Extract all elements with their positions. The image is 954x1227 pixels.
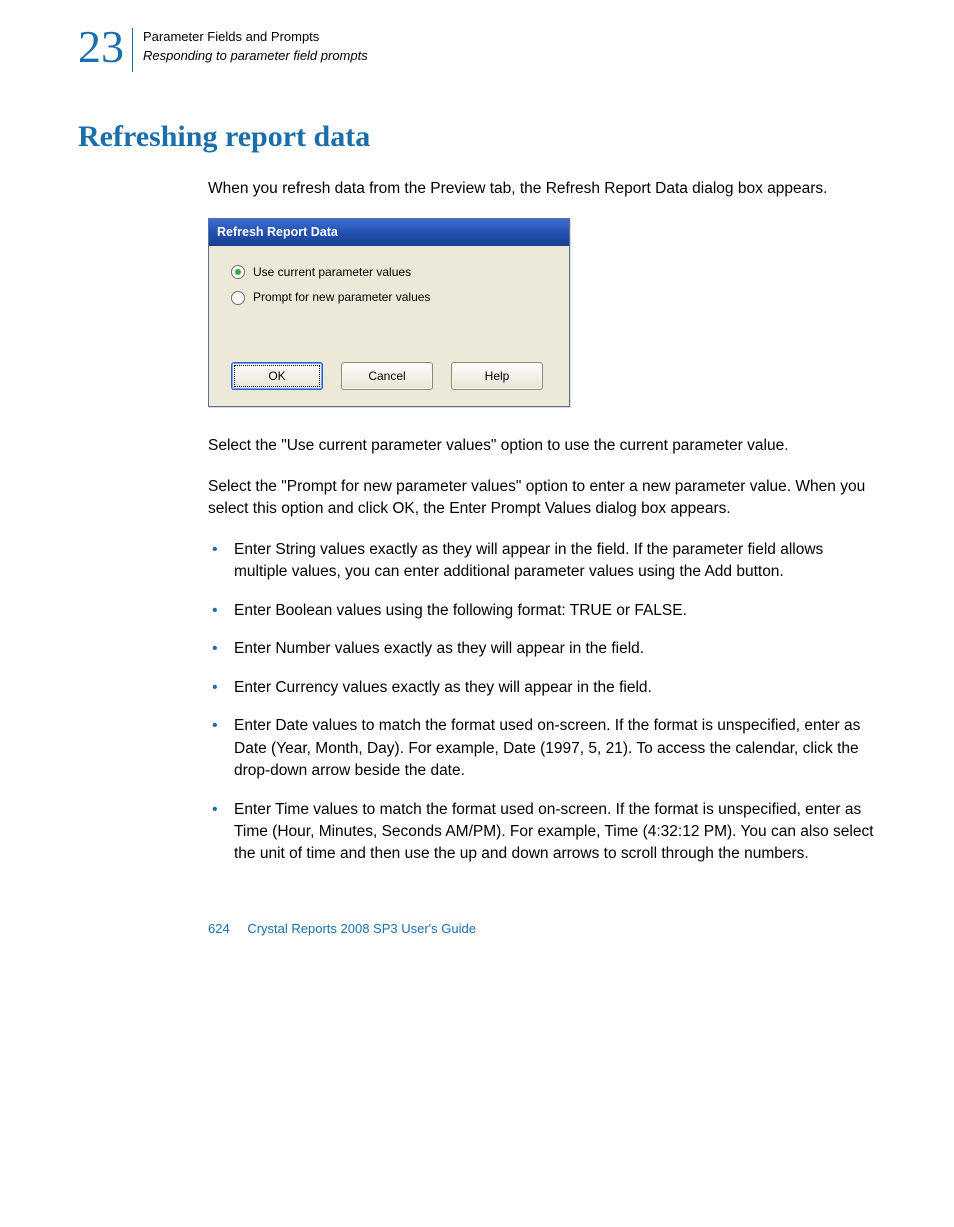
section-title: Refreshing report data [78,120,876,154]
help-button[interactable]: Help [451,362,543,390]
paragraph-use-current: Select the "Use current parameter values… [208,435,876,457]
chapter-number: 23 [78,24,124,70]
radio-use-current[interactable]: Use current parameter values [231,264,547,281]
paragraph-prompt-new: Select the "Prompt for new parameter val… [208,476,876,521]
dialog-spacer [231,314,547,354]
page-number: 624 [208,921,230,936]
list-item: Enter Time values to match the format us… [208,799,876,866]
page-header: 23 Parameter Fields and Prompts Respondi… [78,24,876,72]
list-item: Enter Number values exactly as they will… [208,638,876,660]
list-item: Enter Date values to match the format us… [208,715,876,782]
radio-label: Prompt for new parameter values [253,289,430,306]
bullet-list: Enter String values exactly as they will… [208,539,876,866]
doc-title: Crystal Reports 2008 SP3 User's Guide [247,921,476,936]
refresh-report-data-dialog: Refresh Report Data Use current paramete… [208,218,570,407]
list-item: Enter String values exactly as they will… [208,539,876,584]
dialog-body: Use current parameter values Prompt for … [209,246,569,363]
header-text-block: Parameter Fields and Prompts Responding … [143,24,368,66]
dialog-title-bar: Refresh Report Data [209,219,569,245]
header-line1: Parameter Fields and Prompts [143,28,368,47]
cancel-button[interactable]: Cancel [341,362,433,390]
radio-label: Use current parameter values [253,264,411,281]
ok-button[interactable]: OK [231,362,323,390]
header-divider [132,28,133,72]
list-item: Enter Currency values exactly as they wi… [208,677,876,699]
page-footer: 624 Crystal Reports 2008 SP3 User's Guid… [208,920,876,939]
dialog-button-row: OK Cancel Help [209,362,569,406]
list-item: Enter Boolean values using the following… [208,600,876,622]
radio-icon [231,291,245,305]
radio-icon [231,265,245,279]
header-line2: Responding to parameter field prompts [143,47,368,66]
intro-paragraph: When you refresh data from the Preview t… [208,178,876,200]
radio-prompt-new[interactable]: Prompt for new parameter values [231,289,547,306]
